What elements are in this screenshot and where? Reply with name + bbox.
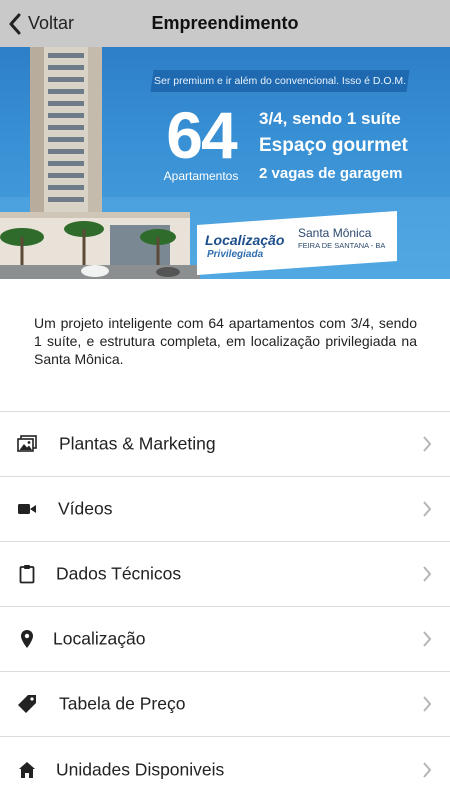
clipboard-icon <box>17 564 37 584</box>
menu-label: Vídeos <box>58 498 113 519</box>
menu-label: Localização <box>53 628 146 649</box>
chevron-right-icon <box>423 631 432 647</box>
back-label: Voltar <box>28 13 75 33</box>
menu-label: Unidades Disponiveis <box>56 759 225 779</box>
menu-item-localizacao[interactable]: Localização <box>0 607 450 672</box>
location-title: Localização <box>205 232 285 248</box>
feature-rooms: 3/4, sendo 1 suíte <box>259 109 401 128</box>
feature-parking: 2 vagas de garagem <box>259 165 403 182</box>
chevron-right-icon <box>423 761 432 778</box>
menu-item-unidades-disponiveis[interactable]: Unidades Disponiveis <box>0 737 450 800</box>
price-tag-icon <box>17 694 37 714</box>
menu-item-videos[interactable]: Vídeos <box>0 477 450 542</box>
location-subtitle: Privilegiada <box>207 249 264 260</box>
video-camera-icon <box>17 499 37 519</box>
hero-banner: Ser premium e ir além do convencional. I… <box>0 47 450 279</box>
image-gallery-icon <box>17 434 37 454</box>
project-description: Um projeto inteligente com 64 apartament… <box>34 315 417 367</box>
menu-label: Plantas & Marketing <box>59 433 216 454</box>
menu-item-tabela-preco[interactable]: Tabela de Preço <box>0 672 450 737</box>
menu-label: Dados Técnicos <box>56 563 182 584</box>
chevron-left-icon <box>9 13 21 34</box>
chevron-right-icon <box>423 501 432 517</box>
home-icon <box>17 760 37 780</box>
menu-label: Tabela de Preço <box>59 693 186 714</box>
menu-item-dados-tecnicos[interactable]: Dados Técnicos <box>0 542 450 607</box>
location-city: FEIRA DE SANTANA - BA <box>298 241 386 250</box>
map-pin-icon <box>17 629 37 649</box>
back-button[interactable]: Voltar <box>8 0 74 47</box>
apartments-count: 64 <box>166 98 237 172</box>
top-bar: Voltar Empreendimento <box>0 0 450 47</box>
banner-tagline: Ser premium e ir além do convencional. I… <box>150 70 410 92</box>
location-place: Santa Mônica <box>298 226 372 240</box>
apartments-label: Apartamentos <box>163 169 239 183</box>
feature-gourmet: Espaço gourmet <box>259 135 408 156</box>
menu-item-plantas-marketing[interactable]: Plantas & Marketing <box>0 412 450 477</box>
options-menu: Plantas & Marketing Vídeos Dados Técnico… <box>0 411 450 800</box>
chevron-right-icon <box>423 436 432 452</box>
chevron-right-icon <box>423 566 432 582</box>
chevron-right-icon <box>423 696 432 712</box>
